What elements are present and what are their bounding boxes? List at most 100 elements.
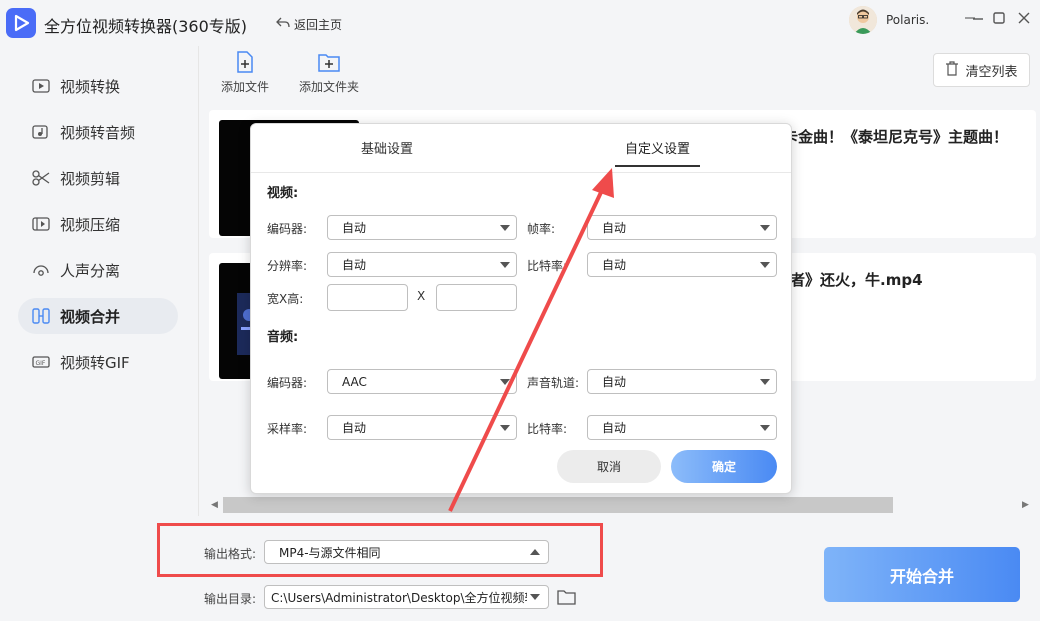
maximize-icon[interactable] bbox=[991, 10, 1007, 26]
start-merge-button[interactable]: 开始合并 bbox=[824, 547, 1020, 602]
compress-icon bbox=[32, 215, 50, 233]
fps-select[interactable]: 自动 bbox=[587, 215, 777, 240]
sidebar-item-label: 视频剪辑 bbox=[60, 169, 121, 188]
add-folder-icon bbox=[317, 50, 341, 74]
sidebar-item-video-merge[interactable]: 视频合并 bbox=[18, 298, 178, 334]
app-title: 全方位视频转换器(360专版) bbox=[44, 17, 248, 36]
tab-basic-settings[interactable]: 基础设置 bbox=[351, 138, 423, 165]
audio-section-title: 音频: bbox=[267, 330, 299, 345]
add-file-button[interactable]: 添加文件 bbox=[221, 50, 269, 95]
app-logo-icon bbox=[6, 8, 36, 38]
scroll-left-icon[interactable]: ◀ bbox=[211, 500, 218, 510]
sample-rate-value: 自动 bbox=[342, 421, 367, 435]
audio-channel-label: 声音轨道: bbox=[527, 376, 580, 390]
width-height-label: 宽X高: bbox=[267, 292, 304, 306]
width-input[interactable] bbox=[327, 284, 408, 311]
custom-settings-dialog: 基础设置 自定义设置 视频: 编码器: 自动 帧率: 自动 分辨率: 自动 比特… bbox=[250, 123, 792, 494]
trash-icon bbox=[945, 60, 959, 80]
fps-value: 自动 bbox=[602, 221, 627, 235]
file-title: 卡金曲！《泰坦尼克号》主题曲！ bbox=[783, 128, 1009, 146]
clear-list-button[interactable]: 清空列表 bbox=[933, 53, 1030, 87]
sidebar-item-vocal-separate[interactable]: 人声分离 bbox=[18, 252, 178, 288]
chevron-up-icon bbox=[530, 549, 540, 555]
audio-bitrate-value: 自动 bbox=[602, 421, 627, 435]
avatar[interactable] bbox=[849, 6, 877, 34]
chevron-down-icon bbox=[500, 425, 510, 431]
resolution-label: 分辨率: bbox=[267, 259, 308, 273]
video-bitrate-label: 比特率: bbox=[527, 259, 568, 273]
folder-icon[interactable] bbox=[557, 588, 577, 606]
output-dir-label: 输出目录: bbox=[204, 592, 257, 606]
sidebar-item-label: 人声分离 bbox=[60, 261, 121, 280]
sample-rate-label: 采样率: bbox=[267, 422, 308, 436]
video-section-title: 视频: bbox=[267, 186, 299, 201]
cancel-button[interactable]: 取消 bbox=[557, 450, 661, 483]
video-convert-icon bbox=[32, 77, 50, 95]
horizontal-scrollbar[interactable]: ◀ ▶ bbox=[209, 497, 1036, 513]
output-dir-value: C:\Users\Administrator\Desktop\全方位视频转... bbox=[271, 590, 527, 605]
audio-encoder-label: 编码器: bbox=[267, 376, 308, 390]
tab-divider bbox=[251, 172, 791, 173]
output-format-label: 输出格式: bbox=[204, 547, 257, 561]
audio-bitrate-select[interactable]: 自动 bbox=[587, 415, 777, 440]
audio-channel-value: 自动 bbox=[602, 375, 627, 389]
chevron-down-icon bbox=[760, 425, 770, 431]
scroll-right-icon[interactable]: ▶ bbox=[1022, 500, 1029, 510]
chevron-down-icon bbox=[500, 262, 510, 268]
chevron-down-icon bbox=[500, 225, 510, 231]
sidebar-item-video-compress[interactable]: 视频压缩 bbox=[18, 206, 178, 242]
output-dir-select[interactable]: C:\Users\Administrator\Desktop\全方位视频转... bbox=[264, 585, 549, 609]
sidebar-divider bbox=[198, 46, 199, 516]
add-file-label: 添加文件 bbox=[221, 80, 270, 94]
back-home-link[interactable]: 返回主页 bbox=[276, 16, 342, 33]
add-folder-button[interactable]: 添加文件夹 bbox=[299, 50, 359, 95]
file-title: 勇者》还火，牛.mp4 bbox=[775, 271, 923, 289]
audio-bitrate-label: 比特率: bbox=[527, 422, 568, 436]
sidebar-item-label: 视频合并 bbox=[60, 307, 121, 326]
video-to-audio-icon bbox=[32, 123, 50, 141]
video-encoder-select[interactable]: 自动 bbox=[327, 215, 517, 240]
audio-encoder-value: AAC bbox=[342, 374, 367, 389]
sample-rate-select[interactable]: 自动 bbox=[327, 415, 517, 440]
video-bitrate-select[interactable]: 自动 bbox=[587, 252, 777, 277]
vocal-separate-icon bbox=[32, 261, 50, 279]
chevron-down-icon bbox=[530, 594, 540, 600]
scissors-icon bbox=[32, 169, 50, 187]
close-icon[interactable] bbox=[1016, 10, 1032, 26]
add-folder-label: 添加文件夹 bbox=[299, 80, 360, 94]
clear-list-label: 清空列表 bbox=[965, 64, 1018, 80]
svg-text:GIF: GIF bbox=[36, 360, 46, 367]
sidebar-item-label: 视频转GIF bbox=[60, 353, 130, 372]
confirm-button[interactable]: 确定 bbox=[671, 450, 777, 483]
fps-label: 帧率: bbox=[527, 222, 556, 236]
sidebar-item-video-to-audio[interactable]: 视频转音频 bbox=[18, 114, 178, 150]
add-file-icon bbox=[233, 50, 257, 74]
height-input[interactable] bbox=[436, 284, 517, 311]
chevron-down-icon bbox=[500, 379, 510, 385]
back-home-label: 返回主页 bbox=[294, 18, 343, 32]
sidebar-item-video-to-gif[interactable]: GIF 视频转GIF bbox=[18, 344, 178, 380]
sidebar-item-label: 视频压缩 bbox=[60, 215, 121, 234]
dimension-separator: X bbox=[417, 289, 426, 303]
audio-encoder-select[interactable]: AAC bbox=[327, 369, 517, 394]
audio-channel-select[interactable]: 自动 bbox=[587, 369, 777, 394]
resolution-value: 自动 bbox=[342, 258, 367, 272]
video-bitrate-value: 自动 bbox=[602, 258, 627, 272]
sidebar-item-label: 视频转音频 bbox=[60, 123, 136, 142]
chevron-down-icon bbox=[760, 225, 770, 231]
tab-custom-settings[interactable]: 自定义设置 bbox=[615, 138, 701, 167]
output-format-select[interactable]: MP4-与源文件相同 bbox=[264, 540, 549, 564]
output-format-value: MP4-与源文件相同 bbox=[279, 545, 381, 560]
sidebar-item-video-convert[interactable]: 视频转换 bbox=[18, 68, 178, 104]
back-arrow-icon bbox=[276, 17, 290, 32]
username: Polaris. bbox=[886, 13, 930, 27]
merge-icon bbox=[32, 307, 50, 325]
chevron-down-icon bbox=[760, 379, 770, 385]
minimize-icon[interactable] bbox=[970, 10, 986, 26]
chevron-down-icon bbox=[760, 262, 770, 268]
resolution-select[interactable]: 自动 bbox=[327, 252, 517, 277]
video-encoder-value: 自动 bbox=[342, 221, 367, 235]
title-bar: 全方位视频转换器(360专版) 返回主页 Polaris. bbox=[0, 0, 1040, 46]
sidebar-item-video-edit[interactable]: 视频剪辑 bbox=[18, 160, 178, 196]
scrollbar-thumb[interactable] bbox=[223, 497, 893, 513]
